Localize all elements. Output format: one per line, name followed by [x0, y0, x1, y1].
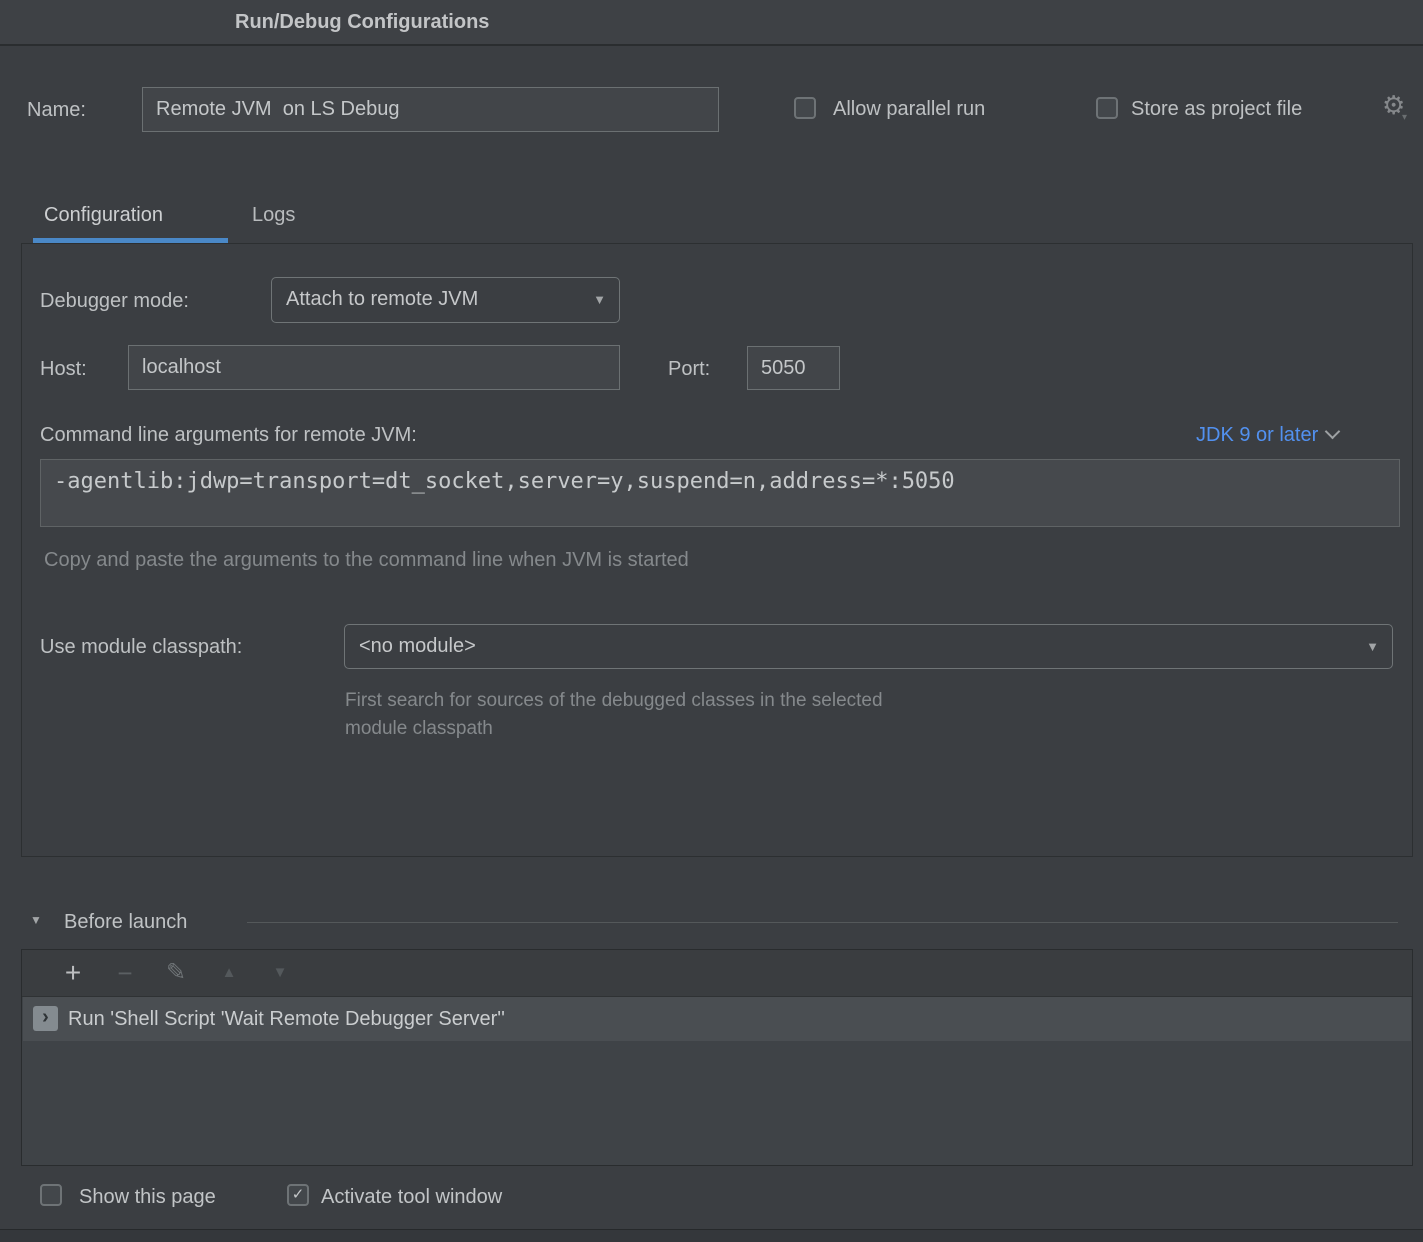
module-classpath-label: Use module classpath:: [40, 636, 242, 659]
store-as-project-file-checkbox[interactable]: [1096, 97, 1118, 119]
command-line-arguments-field[interactable]: -agentlib:jdwp=transport=dt_socket,serve…: [40, 459, 1400, 527]
store-as-project-file-label: Store as project file: [1131, 98, 1302, 121]
allow-parallel-run-label: Allow parallel run: [833, 98, 985, 121]
run-script-icon: ›: [33, 1006, 58, 1031]
module-classpath-value: <no module>: [345, 625, 1392, 668]
remove-icon[interactable]: −: [114, 950, 136, 996]
activate-tool-window-label: Activate tool window: [321, 1186, 502, 1209]
check-icon: ✓: [289, 1186, 307, 1204]
command-line-hint: Copy and paste the arguments to the comm…: [44, 549, 689, 572]
name-input[interactable]: Remote JVM on LS Debug: [142, 87, 719, 132]
dialog-titlebar: Run/Debug Configurations: [0, 0, 1423, 46]
jdk-version-selector[interactable]: JDK 9 or later: [1196, 424, 1338, 447]
debugger-mode-value: Attach to remote JVM: [272, 278, 619, 321]
before-launch-list: + − ✎ ▲ ▼ › Run 'Shell Script 'Wait Remo…: [21, 949, 1413, 1166]
command-line-arguments-value: -agentlib:jdwp=transport=dt_socket,serve…: [41, 460, 1399, 494]
port-input[interactable]: 5050: [747, 346, 840, 390]
before-launch-separator: [247, 922, 1398, 923]
port-input-value: 5050: [748, 347, 839, 390]
tab-logs[interactable]: Logs: [252, 204, 295, 227]
host-label: Host:: [40, 358, 87, 381]
activate-tool-window-checkbox[interactable]: ✓: [287, 1184, 309, 1206]
module-classpath-hint-line2: module classpath: [345, 715, 883, 743]
name-label: Name:: [27, 99, 86, 122]
debugger-mode-label: Debugger mode:: [40, 290, 189, 313]
run-chevron-glyph: ›: [33, 1006, 58, 1029]
dialog-footer-edge: [0, 1229, 1423, 1242]
allow-parallel-run-checkbox[interactable]: [794, 97, 816, 119]
before-launch-title: Before launch: [64, 911, 187, 934]
module-classpath-hint-line1: First search for sources of the debugged…: [345, 687, 883, 715]
edit-icon[interactable]: ✎: [165, 950, 187, 996]
show-this-page-checkbox[interactable]: [40, 1184, 62, 1206]
host-input-value: localhost: [129, 346, 619, 389]
debugger-mode-select[interactable]: Attach to remote JVM ▼: [271, 277, 620, 323]
move-down-icon[interactable]: ▼: [269, 950, 291, 996]
dialog-title: Run/Debug Configurations: [235, 0, 489, 44]
command-line-label: Command line arguments for remote JVM:: [40, 424, 417, 447]
module-classpath-select[interactable]: <no module> ▼: [344, 624, 1393, 669]
port-label: Port:: [668, 358, 710, 381]
before-launch-item[interactable]: › Run 'Shell Script 'Wait Remote Debugge…: [23, 997, 1411, 1041]
before-launch-toolbar: + − ✎ ▲ ▼: [22, 950, 1412, 997]
chevron-down-icon: ▼: [1366, 625, 1379, 669]
chevron-down-icon: ▼: [593, 278, 606, 322]
tab-configuration[interactable]: Configuration: [44, 204, 163, 227]
show-this-page-label: Show this page: [79, 1186, 216, 1209]
chevron-down-icon: [1325, 424, 1341, 440]
module-classpath-hint: First search for sources of the debugged…: [345, 687, 883, 743]
host-input[interactable]: localhost: [128, 345, 620, 390]
move-up-icon[interactable]: ▲: [218, 950, 240, 996]
gear-dropdown-icon: ▾: [1402, 112, 1407, 123]
collapse-arrow-icon[interactable]: ▼: [30, 913, 42, 927]
name-input-value: Remote JVM on LS Debug: [143, 88, 718, 131]
run-debug-configurations-dialog: { "window": { "title": "Run/Debug Config…: [0, 0, 1423, 1242]
jdk-version-link: JDK 9 or later: [1196, 424, 1318, 446]
add-icon[interactable]: +: [62, 950, 84, 996]
before-launch-item-label: Run 'Shell Script 'Wait Remote Debugger …: [68, 997, 505, 1041]
